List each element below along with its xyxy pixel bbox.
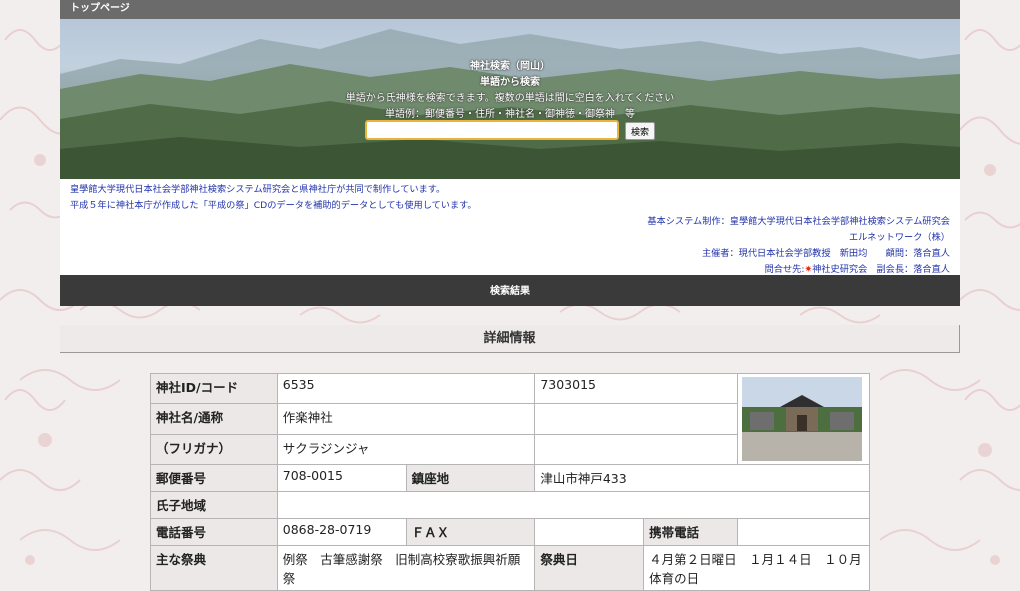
info-line-3: 基本システム制作：皇學館大学現代日本社会学部神社検索システム研究会 [647, 216, 950, 227]
top-page-link[interactable]: トップページ [70, 3, 130, 14]
vice-president: 副会長：落合直人 [867, 264, 950, 275]
value-kana-extra [534, 433, 738, 466]
value-mobile [736, 518, 871, 546]
info-line-5: 主催者：現代日本社会学部教授 新田均 顧問：落合直人 [701, 248, 950, 259]
hero-title: 神社検索（岡山） [470, 61, 550, 72]
top-nav-link[interactable]: トップページ [60, 0, 960, 19]
label-festival-date: 祭典日 [534, 545, 645, 591]
info-line-6: 問合せ先:✷神社史研究会 副会長：落合直人 [765, 261, 950, 275]
value-tel: 0868-28-0719 [276, 518, 407, 546]
hero-description: 単語から氏神様を検索できます。複数の単語は間に空白を入れてください [345, 93, 675, 104]
contact-link[interactable]: 神社史研究会 [812, 264, 867, 275]
value-festival: 例祭 古筆感謝祭 旧制高校寮歌振興祈願祭 [276, 545, 536, 591]
label-kana: （フリガナ） [150, 433, 278, 466]
label-tel: 電話番号 [150, 518, 278, 546]
value-fax [534, 518, 645, 546]
value-name: 作楽神社 [276, 403, 536, 435]
info-line-4: エルネットワーク（株） [848, 232, 950, 243]
results-bar: 検索結果 [60, 275, 960, 306]
shrine-photo[interactable] [741, 377, 862, 461]
value-zip: 708-0015 [276, 464, 407, 492]
value-ujiko [276, 491, 871, 519]
page-container: トップページ 神社検索（岡山） 単語から検索 単語から氏神様を検索できます。複数… [60, 0, 960, 591]
value-id: 6535 [276, 372, 536, 405]
value-festival-date: ４月第２日曜日 １月１４日 １０月体育の日 [643, 545, 870, 591]
hero-subtitle: 単語から検索 [480, 77, 540, 88]
search-input[interactable] [365, 120, 619, 140]
info-line-2: 平成５年に神社本庁が作成した「平成の祭」CDのデータを補助的データとしても使用し… [70, 200, 477, 211]
search-button[interactable]: 検索 [625, 122, 655, 140]
hero-example: 単語例：郵便番号・住所・神社名・御神徳・御祭神 等 [385, 109, 635, 120]
value-name-extra [534, 403, 738, 435]
label-zip: 郵便番号 [150, 464, 278, 492]
label-festival: 主な祭典 [150, 545, 278, 591]
shrine-photo-cell [736, 373, 871, 465]
label-address: 鎮座地 [405, 464, 536, 492]
value-address: 津山市神戸433 [534, 464, 870, 492]
value-code: 7303015 [534, 372, 738, 405]
value-kana: サクラジンジャ [276, 433, 536, 466]
detail-table: 神社ID/コード 6535 7303015 神社名/通称 作楽神社 （フリガナ）… [150, 372, 871, 591]
label-ujiko: 氏子地域 [150, 491, 278, 519]
info-panel: 皇學館大学現代日本社会学部神社検索システム研究会と県神社庁が共同で制作しています… [60, 179, 960, 275]
info-line-1: 皇學館大学現代日本社会学部神社検索システム研究会と県神社庁が共同で制作しています… [70, 184, 446, 195]
search-hero: 神社検索（岡山） 単語から検索 単語から氏神様を検索できます。複数の単語は間に空… [60, 19, 960, 179]
label-mobile: 携帯電話 [643, 518, 738, 546]
label-fax: ＦＡＸ [405, 518, 536, 546]
label-name: 神社名/通称 [150, 403, 278, 435]
contact-label: 問合せ先: [764, 264, 805, 275]
detail-header: 詳細情報 [60, 325, 960, 353]
label-id: 神社ID/コード [150, 372, 278, 405]
